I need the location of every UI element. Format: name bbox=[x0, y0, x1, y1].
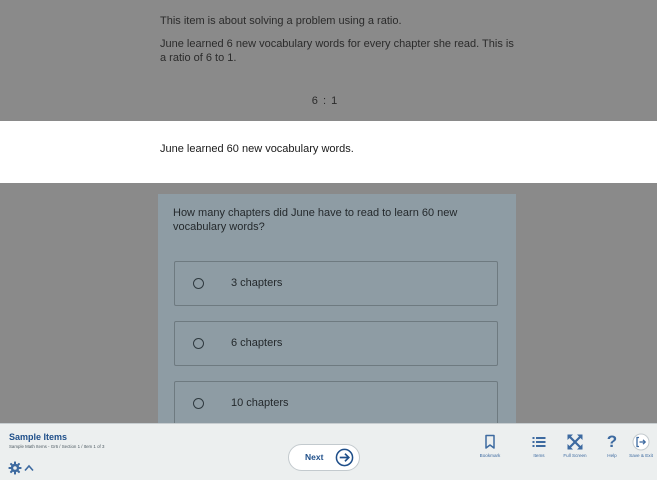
test-title: Sample Items bbox=[9, 432, 68, 442]
arrow-right-icon bbox=[335, 448, 354, 467]
items-label: Items bbox=[533, 453, 545, 458]
passage: This item is about solving a problem usi… bbox=[160, 14, 520, 74]
help-icon: ? bbox=[606, 432, 618, 451]
help-label: Help bbox=[607, 453, 617, 458]
radio-button[interactable] bbox=[193, 338, 204, 349]
question-prompt: How many chapters did June have to read … bbox=[173, 207, 458, 233]
item-stage: This item is about solving a problem usi… bbox=[0, 0, 657, 423]
next-label: Next bbox=[305, 452, 324, 462]
items-button[interactable]: Items bbox=[524, 433, 554, 459]
list-icon bbox=[532, 437, 546, 447]
passage-body: June learned 6 new vocabulary words for … bbox=[160, 38, 514, 64]
fullscreen-icon bbox=[567, 434, 583, 450]
gear-icon bbox=[8, 461, 22, 475]
option-label: 10 chapters bbox=[231, 397, 289, 409]
answer-option-b[interactable]: 6 chapters bbox=[174, 321, 498, 366]
radio-button[interactable] bbox=[193, 398, 204, 409]
save-exit-button[interactable]: Save & Exit bbox=[626, 433, 656, 459]
full-screen-label: Full Screen bbox=[563, 453, 587, 458]
next-button[interactable]: Next bbox=[288, 444, 360, 471]
item-location: Sample Math Items - Gr6 / Section 1 / It… bbox=[9, 444, 105, 449]
answer-option-c[interactable]: 10 chapters bbox=[174, 381, 498, 423]
bookmark-label: Bookmark bbox=[479, 453, 501, 458]
ratio-text: 6 : 1 bbox=[311, 95, 339, 107]
chevron-up-icon bbox=[24, 464, 34, 472]
full-screen-button[interactable]: Full Screen bbox=[560, 433, 590, 459]
footer-toolbar: Sample Items Sample Math Items - Gr6 / S… bbox=[0, 423, 657, 480]
exit-icon bbox=[632, 433, 650, 451]
answer-option-a[interactable]: 3 chapters bbox=[174, 261, 498, 306]
passage-intro: This item is about solving a problem usi… bbox=[160, 15, 402, 27]
option-label: 6 chapters bbox=[231, 337, 283, 349]
highlight-text: June learned 60 new vocabulary words. bbox=[160, 143, 354, 155]
settings-button[interactable] bbox=[8, 461, 42, 475]
highlighted-statement: June learned 60 new vocabulary words. bbox=[0, 121, 657, 183]
radio-button[interactable] bbox=[193, 278, 204, 289]
bookmark-button[interactable]: Bookmark bbox=[475, 433, 505, 459]
save-exit-label: Save & Exit bbox=[629, 453, 653, 458]
bookmark-icon bbox=[485, 434, 495, 449]
help-button[interactable]: ? Help bbox=[597, 433, 627, 459]
option-label: 3 chapters bbox=[231, 277, 283, 289]
